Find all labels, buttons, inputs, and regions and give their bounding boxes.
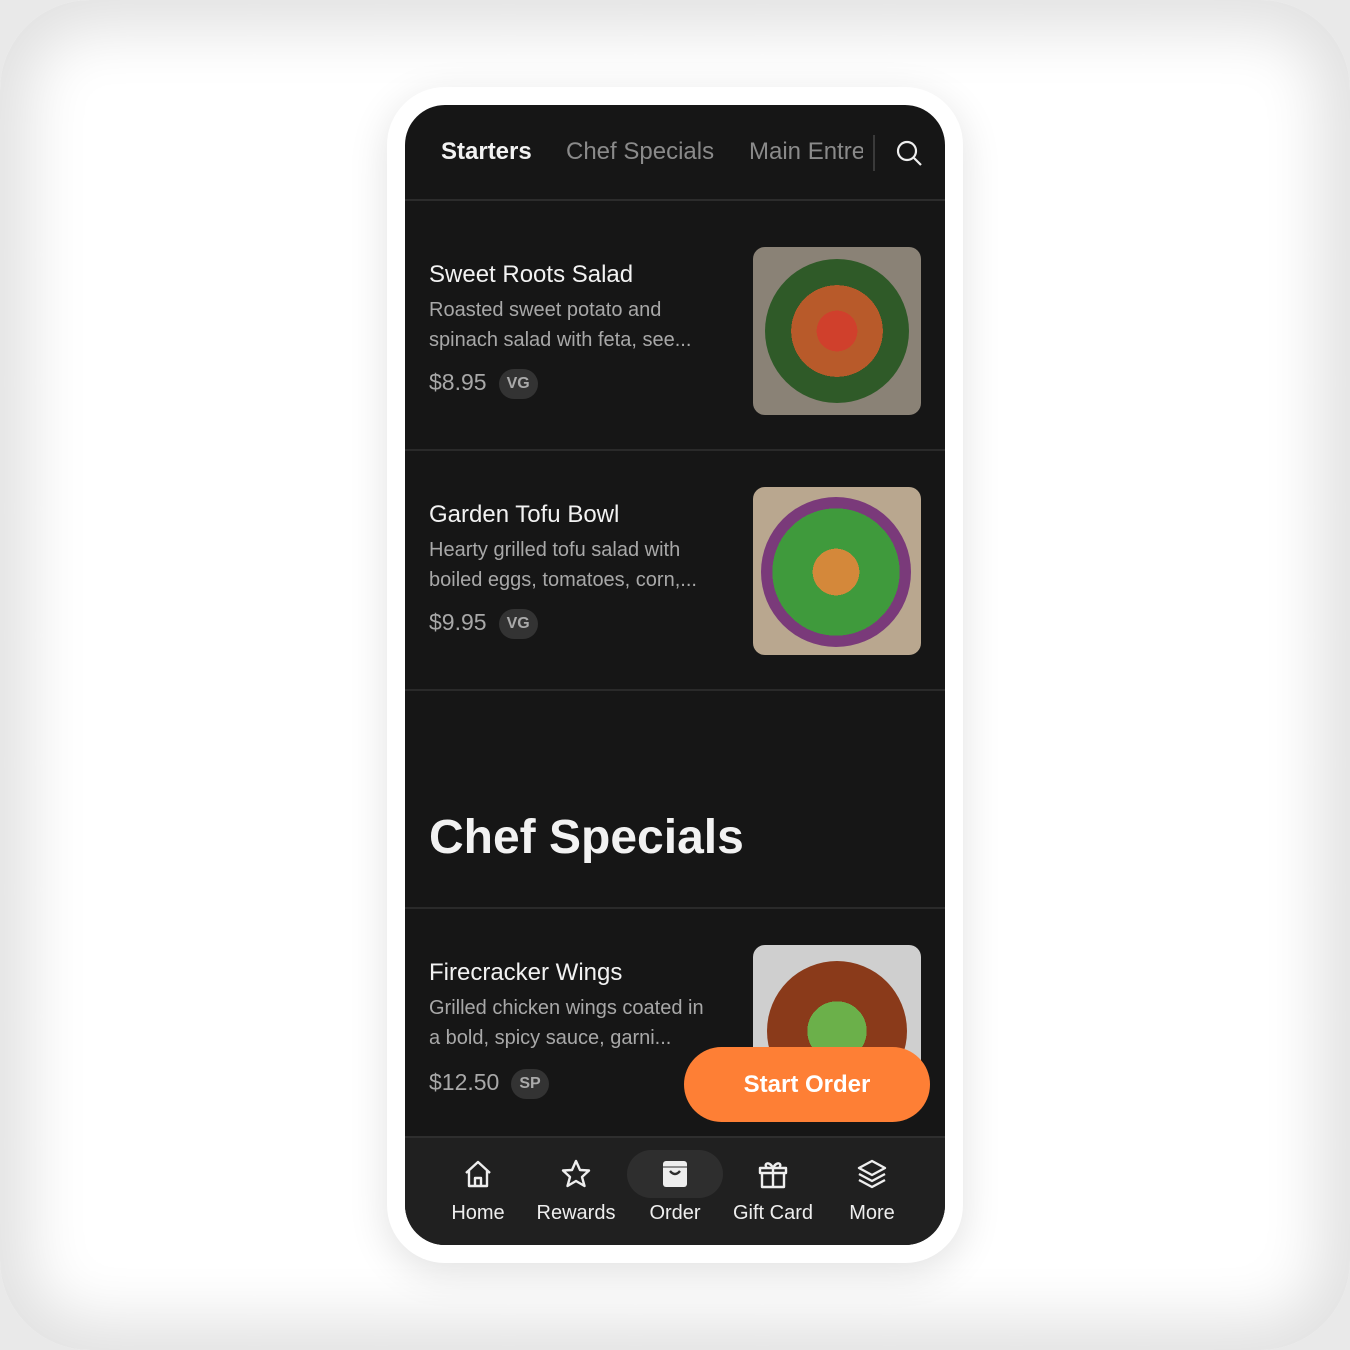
gift-icon [758,1162,788,1189]
bag-icon [663,1161,687,1187]
diet-badge: VG [498,369,538,399]
item-name: Garden Tofu Bowl [429,501,620,528]
item-description: Grilled chicken wings coated in a bold, … [429,997,704,1049]
menu-item[interactable]: Garden Tofu Bowl Hearty grilled tofu sal… [405,451,945,691]
menu-item[interactable]: Sweet Roots Salad Roasted sweet potato a… [405,201,945,451]
nav-order[interactable]: Order [626,1138,724,1245]
diet-badge: SP [511,1069,549,1099]
nav-label: Order [649,1202,701,1224]
nav-more[interactable]: More [823,1138,921,1245]
nav-label: Gift Card [732,1202,814,1224]
category-tabs: Starters Chef Specials Main Entre [405,105,945,201]
star-icon [561,1159,591,1188]
nav-gift-card[interactable]: Gift Card [724,1138,822,1245]
item-description: Hearty grilled tofu salad with boiled eg… [429,539,697,591]
price-value: $9.95 [429,609,487,636]
item-price: $12.50 SP [429,1069,549,1099]
nav-label: More [849,1202,895,1224]
nav-home[interactable]: Home [429,1138,527,1245]
item-name: Firecracker Wings [429,959,623,986]
item-image [753,487,921,655]
price-value: $12.50 [429,1069,500,1096]
item-name: Sweet Roots Salad [429,261,634,288]
item-price: $9.95 VG [429,609,538,639]
section-title: Chef Specials [429,811,744,864]
diet-badge: VG [498,609,538,639]
tab-starters[interactable]: Starters [441,138,532,166]
layers-icon [857,1159,887,1189]
home-icon [465,1160,491,1188]
price-value: $8.95 [429,369,487,396]
nav-rewards[interactable]: Rewards [527,1138,625,1245]
app-screen: Starters Chef Specials Main Entre Sweet … [405,105,945,1245]
item-description: Roasted sweet potato and spinach salad w… [429,299,692,351]
divider [873,135,875,171]
nav-label: Home [451,1202,505,1224]
search-icon[interactable] [895,139,923,167]
tab-chef-specials[interactable]: Chef Specials [566,138,714,166]
nav-label: Rewards [536,1202,616,1224]
tab-main-entrees[interactable]: Main Entre [749,138,863,166]
item-image [753,247,921,415]
bottom-nav: Home Rewards Order Gift Card More [405,1136,945,1245]
start-order-button[interactable]: Start Order [684,1047,930,1122]
item-price: $8.95 VG [429,369,538,399]
